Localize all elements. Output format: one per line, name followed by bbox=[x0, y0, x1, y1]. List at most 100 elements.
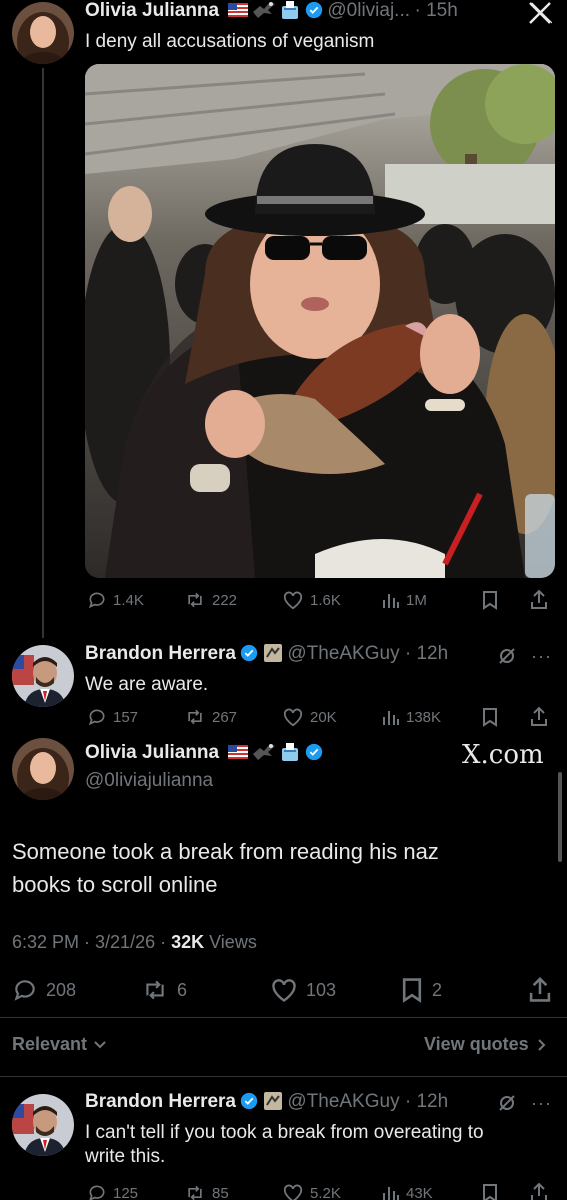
main-handle[interactable]: @0liviajulianna bbox=[85, 770, 213, 792]
tweet2-text: We are aware. bbox=[85, 674, 209, 695]
reply-text-line1: I can't tell if you took a break from ov… bbox=[85, 1122, 484, 1143]
reply-name[interactable]: Brandon Herrera bbox=[85, 1091, 236, 1112]
reply-handle[interactable]: @TheAKGuy bbox=[287, 1091, 399, 1112]
main-timestamp[interactable]: 6:32 PM · 3/21/26 · bbox=[12, 932, 171, 952]
avatar-brandon[interactable] bbox=[12, 645, 74, 707]
main-meta: 6:32 PM · 3/21/26 · 32K Views bbox=[12, 932, 257, 953]
tweet2-views: 138K bbox=[406, 708, 442, 726]
main-name[interactable]: Olivia Julianna bbox=[85, 742, 219, 763]
main-text-line1: Someone took a break from reading his na… bbox=[12, 839, 439, 864]
avatar-brandon-reply[interactable] bbox=[12, 1094, 74, 1156]
tweet2-reply-button[interactable]: 157 bbox=[87, 707, 138, 727]
relevant-label: Relevant bbox=[12, 1034, 88, 1054]
avatar-olivia[interactable] bbox=[12, 2, 74, 64]
tweet1-views-button[interactable]: 1M bbox=[382, 590, 427, 610]
tweet1-share-button[interactable] bbox=[529, 588, 549, 610]
close-icon[interactable] bbox=[528, 2, 553, 24]
reply-repost-button[interactable]: 85 bbox=[184, 1183, 229, 1200]
main-views-count: 32K bbox=[171, 932, 205, 952]
reply-icon bbox=[88, 592, 105, 609]
main-reposts: 6 bbox=[177, 979, 188, 1000]
reply-views: 43K bbox=[406, 1184, 433, 1200]
reply-reply-button[interactable]: 125 bbox=[87, 1183, 138, 1200]
us-flag-icon bbox=[227, 3, 248, 17]
reply-header: Brandon Herrera @TheAKGuy · 12h bbox=[85, 1091, 448, 1116]
tweet1-reply-button[interactable]: 1.4K bbox=[87, 590, 144, 610]
verified-badge-icon bbox=[241, 1092, 258, 1110]
tweet1-replies: 1.4K bbox=[113, 591, 144, 609]
tweet2-views-button[interactable]: 138K bbox=[382, 707, 441, 727]
eagle-icon bbox=[252, 0, 276, 25]
tweet2-repost-button[interactable]: 267 bbox=[184, 707, 237, 727]
reply-icon bbox=[89, 1185, 105, 1200]
main-text: Someone took a break from reading his na… bbox=[12, 835, 439, 901]
tweet2-bookmark-button[interactable] bbox=[481, 707, 499, 727]
bookmark-icon bbox=[483, 1184, 497, 1200]
tweet1-time[interactable]: 15h bbox=[426, 0, 458, 21]
reply-bookmark-button[interactable] bbox=[481, 1183, 499, 1200]
reply-text: I can't tell if you took a break from ov… bbox=[85, 1121, 484, 1169]
main-reply-button[interactable]: 208 bbox=[12, 977, 76, 1003]
main-likes: 103 bbox=[306, 979, 337, 1000]
tweet1-name[interactable]: Olivia Julianna bbox=[85, 0, 219, 21]
heart-icon bbox=[272, 979, 296, 1002]
main-header: Olivia Julianna bbox=[85, 742, 323, 767]
relevant-dropdown[interactable]: Relevant bbox=[12, 1034, 107, 1055]
main-repost-button[interactable]: 6 bbox=[141, 977, 187, 1003]
verified-badge-icon bbox=[305, 743, 323, 761]
heart-icon bbox=[283, 591, 303, 610]
reply-reposts: 85 bbox=[212, 1184, 229, 1200]
reply-dot: · bbox=[399, 1091, 417, 1112]
tweet2-share-button[interactable] bbox=[529, 705, 549, 727]
views-icon bbox=[383, 711, 399, 725]
share-icon bbox=[531, 589, 547, 609]
repost-icon bbox=[188, 1185, 202, 1200]
tweet2-like-button[interactable]: 20K bbox=[282, 707, 337, 727]
grok-icon[interactable] bbox=[497, 1093, 517, 1118]
tweet2-header: Brandon Herrera @TheAKGuy · 12h bbox=[85, 643, 448, 668]
tweet2-dot: · bbox=[399, 643, 417, 664]
share-icon bbox=[531, 1182, 547, 1200]
tweet1-photo[interactable] bbox=[85, 64, 555, 578]
verified-badge-icon bbox=[241, 644, 258, 662]
tweet2-name[interactable]: Brandon Herrera bbox=[85, 643, 236, 664]
tweet1-text: I deny all accusations of veganism bbox=[85, 31, 375, 52]
views-icon bbox=[383, 1187, 399, 1200]
scrollbar[interactable] bbox=[558, 772, 562, 862]
tweet1-reposts: 222 bbox=[212, 591, 238, 609]
main-bookmark-button[interactable]: 2 bbox=[400, 977, 442, 1003]
tweet2-likes: 20K bbox=[310, 708, 337, 726]
main-share-button[interactable] bbox=[527, 975, 553, 1003]
verified-badge-icon bbox=[305, 1, 323, 19]
bookmark-icon bbox=[402, 978, 422, 1003]
grok-icon[interactable] bbox=[497, 646, 517, 671]
avatar-olivia-main[interactable] bbox=[12, 738, 74, 800]
us-flag-icon bbox=[227, 745, 248, 759]
views-icon bbox=[383, 594, 399, 608]
reply-time[interactable]: 12h bbox=[416, 1091, 448, 1112]
tweet1-handle[interactable]: @0liviaj... bbox=[327, 0, 410, 21]
tweet2-time[interactable]: 12h bbox=[416, 643, 448, 664]
more-icon[interactable]: ··· bbox=[531, 646, 552, 667]
tweet1-repost-button[interactable]: 222 bbox=[184, 590, 237, 610]
tweet2-handle[interactable]: @TheAKGuy bbox=[287, 643, 399, 664]
x-watermark: X.com bbox=[462, 740, 544, 770]
view-quotes-link[interactable]: View quotes bbox=[424, 1034, 547, 1055]
tweet1-like-button[interactable]: 1.6K bbox=[282, 590, 341, 610]
chevron-down-icon bbox=[94, 1040, 106, 1048]
tweet2-reposts: 267 bbox=[212, 708, 238, 726]
main-like-button[interactable]: 103 bbox=[270, 977, 336, 1003]
tweet1-bookmark-button[interactable] bbox=[481, 590, 499, 610]
reply-replies: 125 bbox=[113, 1184, 139, 1200]
main-views-label: Views bbox=[204, 932, 257, 952]
tweet1-dot: · bbox=[414, 0, 427, 21]
ballot-box-icon bbox=[280, 742, 300, 767]
share-icon bbox=[531, 706, 547, 726]
reply-share-button[interactable] bbox=[529, 1181, 549, 1200]
heart-icon bbox=[283, 1184, 303, 1200]
more-icon[interactable]: ··· bbox=[531, 1093, 552, 1114]
bookmark-icon bbox=[483, 708, 497, 727]
repost-icon bbox=[188, 592, 202, 608]
reply-like-button[interactable]: 5.2K bbox=[282, 1183, 341, 1200]
reply-views-button[interactable]: 43K bbox=[382, 1183, 433, 1200]
